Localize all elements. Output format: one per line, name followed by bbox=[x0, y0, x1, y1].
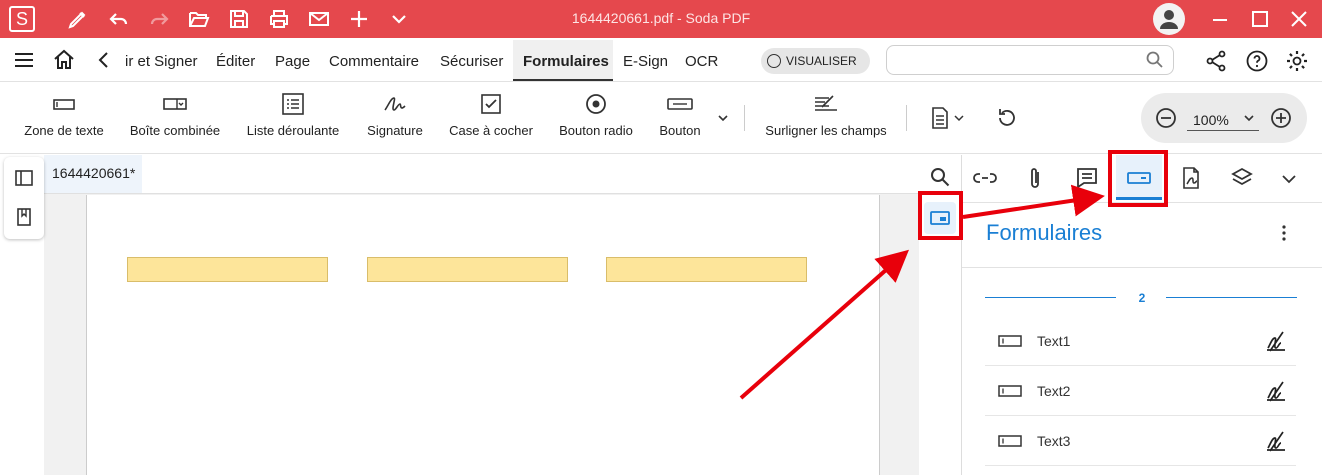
annotation-arrow bbox=[962, 184, 1105, 219]
annotation-arrows bbox=[739, 184, 1105, 400]
annotation-arrow bbox=[739, 249, 909, 400]
